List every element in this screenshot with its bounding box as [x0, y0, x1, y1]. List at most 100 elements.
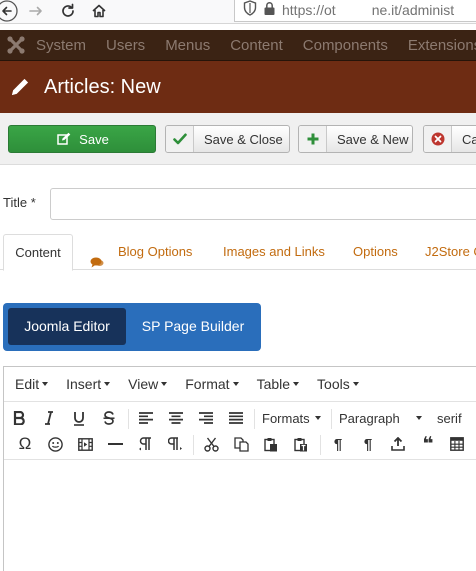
page-header: Articles: New	[0, 61, 476, 113]
page-title: Articles: New	[44, 75, 161, 98]
emoticons-icon[interactable]	[43, 432, 67, 456]
reload-icon[interactable]	[57, 0, 79, 22]
paragraph-label: Paragraph	[339, 410, 400, 426]
menu-tools-label: Tools	[317, 376, 350, 392]
formats-dropdown[interactable]: Formats	[262, 406, 321, 430]
align-right-icon[interactable]	[194, 406, 218, 430]
browser-toolbar: https://ot ne.it/administ	[0, 0, 476, 24]
caret-down-icon	[352, 382, 359, 387]
copy-icon[interactable]	[229, 432, 253, 456]
joomla-editor-button[interactable]: Joomla Editor	[8, 308, 126, 345]
media-icon[interactable]	[73, 432, 97, 456]
save-new-button[interactable]: Save & New	[298, 125, 413, 153]
ltr-direction-icon[interactable]	[133, 432, 157, 456]
italic-icon[interactable]	[37, 406, 61, 430]
menu-edit-label: Edit	[15, 376, 40, 392]
caret-down-icon	[161, 382, 168, 387]
save-button[interactable]: Save	[8, 125, 156, 153]
editor-content-area[interactable]	[4, 459, 476, 571]
tab-blog-options-label: Blog Options	[118, 244, 193, 259]
shield-icon[interactable]	[243, 0, 257, 19]
lock-icon[interactable]	[263, 1, 276, 19]
admin-menu-bar: System Users Menus Content Components Ex…	[0, 30, 476, 61]
cancel-label: Ca	[462, 131, 476, 147]
editor-toolbar-row-1: Formats Paragraph serif	[4, 406, 476, 432]
menu-users[interactable]: Users	[96, 30, 155, 61]
tab-content[interactable]: Content	[3, 234, 73, 271]
comments-icon	[90, 246, 104, 268]
bold-icon[interactable]	[7, 406, 31, 430]
upload-icon[interactable]	[386, 432, 410, 456]
menu-menus[interactable]: Menus	[155, 30, 220, 61]
menu-edit[interactable]: Edit	[15, 376, 49, 392]
visual-blocks-icon[interactable]: ¶	[326, 432, 350, 456]
table-grid-icon[interactable]	[445, 432, 469, 456]
menu-view-label: View	[128, 376, 159, 392]
special-character-icon[interactable]: Ω	[13, 432, 37, 456]
menu-extensions[interactable]: Extensions	[398, 30, 476, 61]
toolbar-separator	[193, 435, 194, 455]
menu-table[interactable]: Table	[257, 376, 300, 392]
toolbar-separator	[320, 435, 321, 455]
tab-options[interactable]: Options	[353, 234, 398, 270]
rtl-direction-icon[interactable]	[163, 432, 187, 456]
title-label: Title *	[3, 195, 36, 210]
paragraph-dropdown[interactable]: Paragraph	[339, 406, 422, 430]
joomla-logo-icon[interactable]	[6, 30, 26, 61]
toolbar-separator	[128, 409, 129, 429]
strikethrough-icon[interactable]	[97, 406, 121, 430]
caret-down-icon	[104, 382, 111, 387]
save-edit-icon	[55, 126, 73, 152]
toolbar-separator	[254, 409, 255, 429]
menu-view[interactable]: View	[128, 376, 168, 392]
editor-toolbar-row-2: Ω ¶ ¶ ❝	[4, 432, 476, 458]
save-close-label: Save & Close	[204, 131, 283, 147]
editor-switcher: Joomla Editor SP Page Builder	[3, 303, 261, 351]
tab-blog-options[interactable]: Blog Options	[90, 234, 192, 270]
home-icon[interactable]	[88, 0, 110, 22]
menu-tools[interactable]: Tools	[317, 376, 359, 392]
menu-components[interactable]: Components	[293, 30, 398, 61]
save-close-button[interactable]: Save & Close	[165, 125, 290, 153]
menu-format[interactable]: Format	[185, 376, 239, 392]
forward-arrow-icon[interactable]	[25, 0, 47, 22]
sp-page-builder-button[interactable]: SP Page Builder	[129, 308, 257, 345]
tab-j2store[interactable]: J2Store C	[425, 234, 476, 270]
menu-content[interactable]: Content	[220, 30, 293, 61]
menu-system[interactable]: System	[26, 30, 96, 61]
caret-down-icon	[314, 416, 321, 420]
save-label: Save	[79, 131, 109, 147]
toolbar-separator	[331, 409, 332, 429]
caret-down-icon	[42, 382, 49, 387]
save-new-label: Save & New	[337, 131, 409, 147]
blockquote-icon[interactable]: ❝	[416, 432, 440, 456]
align-center-icon[interactable]	[164, 406, 188, 430]
url-text: https://ot ne.it/administ	[282, 2, 454, 18]
tinymce-editor: Edit Insert View Format Table Tools Form…	[3, 366, 476, 571]
url-prefix: https://ot	[282, 1, 336, 18]
cancel-circle-icon	[424, 126, 452, 152]
url-bar[interactable]: https://ot ne.it/administ	[234, 0, 476, 22]
cancel-button[interactable]: Ca	[423, 125, 476, 153]
cut-icon[interactable]	[199, 432, 223, 456]
align-justify-icon[interactable]	[224, 406, 248, 430]
formats-label: Formats	[262, 410, 310, 426]
underline-icon[interactable]	[67, 406, 91, 430]
horizontal-rule-icon[interactable]	[103, 432, 127, 456]
back-arrow-icon[interactable]	[0, 0, 18, 22]
url-domain: ne.it/administ	[371, 1, 455, 18]
visual-chars-icon[interactable]: ¶	[356, 432, 380, 456]
article-tabs: Content Blog Options Images and Links Op…	[0, 234, 476, 271]
tab-images-links[interactable]: Images and Links	[223, 234, 325, 270]
align-left-icon[interactable]	[134, 406, 158, 430]
editor-menubar: Edit Insert View Format Table Tools	[4, 367, 476, 402]
title-field-row: Title *	[0, 188, 476, 220]
menu-format-label: Format	[185, 376, 230, 392]
caret-down-icon	[232, 382, 239, 387]
font-family-dropdown[interactable]: serif	[437, 406, 462, 430]
plus-icon	[299, 126, 327, 152]
title-input[interactable]	[50, 188, 476, 220]
menu-insert[interactable]: Insert	[66, 376, 111, 392]
paste-as-text-icon[interactable]	[289, 432, 313, 456]
paste-icon[interactable]	[259, 432, 283, 456]
